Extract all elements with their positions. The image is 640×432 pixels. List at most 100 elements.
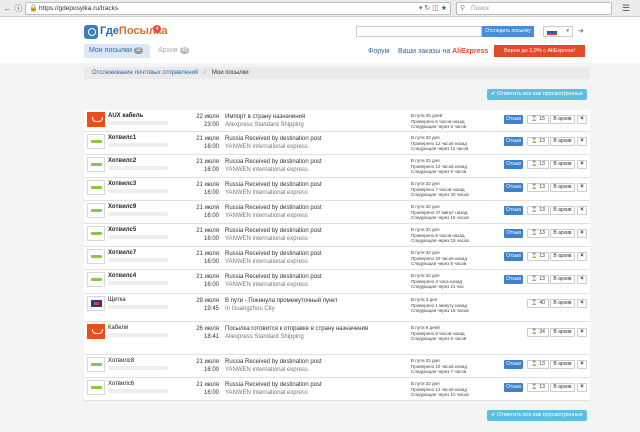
track-row[interactable]: Хотвилс2 21 июля 16:00 Russia Received by d… — [84, 155, 590, 178]
mark-all-read-button[interactable]: ✔ Отметить все как просмотренные — [487, 89, 587, 100]
language-select[interactable]: ▾ — [543, 26, 573, 37]
aliexpress-orders-link[interactable]: Ваши заказы на AliExpress — [398, 47, 488, 56]
info-icon[interactable]: ⓘ — [13, 3, 24, 14]
track-name[interactable]: Хотвилс5 — [108, 227, 136, 233]
archive-button[interactable]: В архив — [550, 383, 575, 392]
days-left-button[interactable]: ⌛ 13 — [527, 275, 549, 284]
days-left-button[interactable]: ⌛ 34 — [527, 328, 549, 337]
track-row[interactable]: Хотвилс1 21 июля 16:00 Russia Received by d… — [84, 132, 590, 155]
track-row[interactable]: Хотвилс4 21 июля 16:00 Russia Received by d… — [84, 270, 590, 294]
mark-all-read-button-bottom[interactable]: ✔ Отметить все как просмотренные — [487, 410, 587, 421]
review-button[interactable]: Отзыв — [504, 115, 523, 124]
logout-icon[interactable]: ➜ — [578, 27, 584, 36]
archive-button[interactable]: В архив — [550, 229, 575, 238]
track-row[interactable]: Хотвилс5 21 июля 16:00 Russia Received by d… — [84, 224, 590, 247]
days-left-button[interactable]: ⌛ 13 — [527, 229, 549, 238]
menu-icon[interactable]: ☰ — [622, 3, 630, 13]
delete-icon[interactable]: × — [577, 383, 587, 392]
logo-icon[interactable] — [84, 25, 98, 39]
track-name[interactable]: AUX кабель — [108, 113, 143, 119]
hourglass-icon: ⌛ — [531, 300, 538, 306]
review-button[interactable]: Отзыв — [504, 383, 523, 392]
track-row[interactable]: Хотвилс3 21 июля 16:00 Russia Received by d… — [84, 178, 590, 201]
delete-icon[interactable]: × — [577, 206, 587, 215]
browser-search-input[interactable]: ⚲ Поиск — [456, 2, 612, 15]
review-button[interactable]: Отзыв — [504, 137, 523, 146]
track-name[interactable]: Хотвилс8 — [108, 358, 134, 364]
track-name[interactable]: Хотвилс6 — [108, 381, 134, 387]
track-status: Russia Received by destination post YANWE… — [225, 135, 405, 151]
track-row[interactable]: Хотвилс6 21 июля 16:00 Russia Received by d… — [84, 378, 590, 401]
bookmark-star-icon[interactable]: ★ — [441, 5, 447, 12]
archive-button[interactable]: В архив — [550, 299, 575, 308]
review-button[interactable]: Отзыв — [504, 252, 523, 261]
track-row[interactable]: AUX кабель 22 июля 23:00 Импорт в страну на… — [84, 110, 590, 132]
days-left-button[interactable]: ⌛ 13 — [527, 160, 549, 169]
archive-button[interactable]: В архив — [550, 183, 575, 192]
delete-icon[interactable]: × — [577, 229, 587, 238]
notification-badge[interactable]: 4 — [153, 25, 161, 33]
track-row[interactable]: Щетка 29 июля 19:45 В пути - Покинула проме… — [84, 294, 590, 322]
pocket-icon[interactable]: ◫ — [432, 5, 439, 12]
days-left-button[interactable]: ⌛ 13 — [527, 137, 549, 146]
delete-icon[interactable]: × — [577, 275, 587, 284]
track-name[interactable]: Хотвилс3 — [108, 181, 136, 187]
archive-button[interactable]: В архив — [550, 360, 575, 369]
delete-icon[interactable]: × — [577, 183, 587, 192]
dropdown-icon[interactable]: ▾ — [419, 5, 423, 12]
review-button[interactable]: Отзыв — [504, 360, 523, 369]
days-left-button[interactable]: ⌛ 13 — [527, 183, 549, 192]
archive-button[interactable]: В архив — [550, 115, 575, 124]
review-button[interactable]: Отзыв — [504, 206, 523, 215]
back-icon[interactable]: ← — [2, 3, 13, 14]
track-name[interactable]: Хотвилс4 — [108, 273, 136, 279]
track-row[interactable]: Хотвилс9 21 июля 16:00 Russia Received by d… — [84, 201, 590, 224]
breadcrumb-root[interactable]: Отслеживание почтовых отправлений — [92, 70, 198, 76]
track-name[interactable]: Хотвилс2 — [108, 158, 136, 164]
review-button[interactable]: Отзыв — [504, 229, 523, 238]
days-left-button[interactable]: ⌛ 13 — [527, 383, 549, 392]
delete-icon[interactable]: × — [577, 115, 587, 124]
archive-button[interactable]: В архив — [550, 252, 575, 261]
delete-icon[interactable]: × — [577, 360, 587, 369]
delete-icon[interactable]: × — [577, 252, 587, 261]
delete-icon[interactable]: × — [577, 160, 587, 169]
delete-icon[interactable]: × — [577, 328, 587, 337]
review-button[interactable]: Отзыв — [504, 275, 523, 284]
track-name[interactable]: Хотвилс9 — [108, 204, 136, 210]
track-row[interactable]: Хотвилс7 21 июля 16:00 Russia Received by d… — [84, 247, 590, 270]
archive-button[interactable]: В архив — [550, 160, 575, 169]
review-button[interactable]: Отзыв — [504, 183, 523, 192]
archive-button[interactable]: В архив — [550, 206, 575, 215]
delete-icon[interactable]: × — [577, 299, 587, 308]
delete-icon[interactable]: × — [577, 137, 587, 146]
track-name[interactable]: Кабели — [108, 325, 128, 331]
track-name[interactable]: Щетка — [108, 297, 126, 303]
url-text: https://gdeposylka.ru/tracks — [39, 5, 119, 12]
days-left-button[interactable]: ⌛ 13 — [527, 360, 549, 369]
tab-my-parcels[interactable]: Мои посылки 11 — [84, 44, 150, 58]
track-row[interactable]: Кабели 26 июля 18:41 Посылка готовится к от… — [84, 322, 590, 355]
carrier-logo-icon — [87, 134, 105, 149]
track-date: 21 июля 16:00 — [196, 205, 219, 219]
lock-icon: 🔒 — [29, 5, 38, 12]
days-left-button[interactable]: ⌛ 40 — [527, 299, 549, 308]
archive-button[interactable]: В архив — [550, 275, 575, 284]
archive-button[interactable]: В архив — [550, 328, 575, 337]
track-name[interactable]: Хотвилс7 — [108, 250, 136, 256]
tab-archive[interactable]: Архив 99 — [153, 44, 190, 58]
archive-button[interactable]: В архив — [550, 137, 575, 146]
review-button[interactable]: Отзыв — [504, 160, 523, 169]
days-left-button[interactable]: ⌛ 13 — [527, 252, 549, 261]
forum-link[interactable]: Форум — [368, 47, 389, 56]
reload-icon[interactable]: ↻ — [424, 5, 430, 12]
hourglass-icon: ⌛ — [531, 230, 538, 236]
cashback-button[interactable]: Верни до 3,9% с AliExpress! — [494, 45, 585, 57]
track-number-input[interactable] — [356, 26, 482, 37]
track-row[interactable]: Хотвилс8 21 июля 16:00 Russia Received by d… — [84, 355, 590, 378]
days-left-button[interactable]: ⌛ 15 — [527, 115, 549, 124]
track-name[interactable]: Хотвилс1 — [108, 135, 136, 141]
days-left-button[interactable]: ⌛ 13 — [527, 206, 549, 215]
track-parcel-button[interactable]: Отследить посылку — [482, 26, 534, 37]
url-bar[interactable]: 🔒 https://gdeposylka.ru/tracks ▾ ↻ ◫ ★ — [25, 2, 451, 15]
